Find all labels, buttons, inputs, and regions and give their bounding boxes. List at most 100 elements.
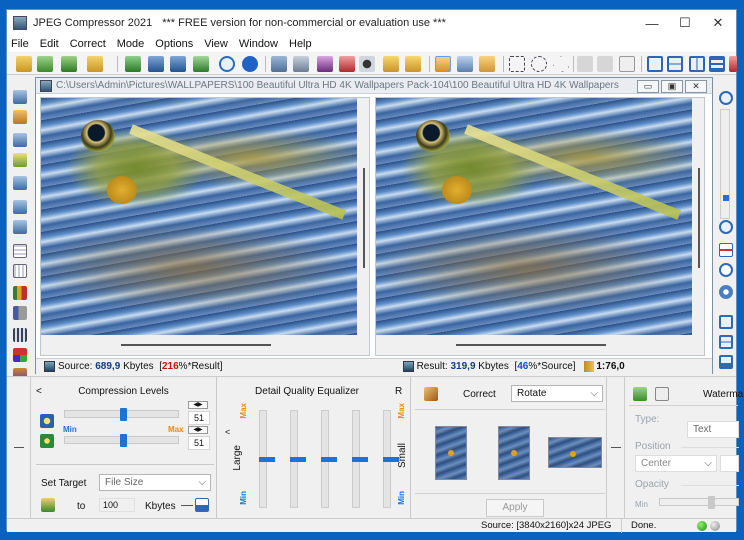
zoom-out-icon[interactable] [13, 176, 27, 190]
eq-band-thumb[interactable] [259, 457, 275, 462]
annotate-icon[interactable] [405, 56, 421, 72]
paste-selection-icon[interactable] [597, 56, 613, 72]
level2-value[interactable]: 51 [188, 436, 210, 450]
search-icon[interactable] [13, 220, 27, 234]
watermark-add-icon[interactable] [633, 387, 647, 401]
eq-band-thumb[interactable] [383, 457, 399, 462]
eq-band-thumb[interactable] [352, 457, 368, 462]
view-single-icon[interactable] [719, 315, 733, 329]
rotate-left-icon[interactable] [13, 200, 27, 214]
rotate-left-preview[interactable] [435, 426, 467, 480]
menu-file[interactable]: File [11, 38, 29, 50]
layout-cascade-icon[interactable] [647, 56, 663, 72]
pan-tool-icon[interactable] [479, 56, 495, 72]
rect-select-icon[interactable] [509, 56, 525, 72]
watermark-type-select[interactable]: Text [687, 421, 739, 438]
crop-icon[interactable] [317, 56, 333, 72]
more-tools-icon[interactable] [729, 56, 737, 72]
layout-horizontal-icon[interactable] [667, 56, 683, 72]
eq-band-2[interactable] [290, 410, 306, 508]
zoom-tool-icon[interactable] [457, 56, 473, 72]
eq-band-4[interactable] [352, 410, 368, 508]
level1-value[interactable]: 51 [188, 411, 210, 425]
watermark-tool-icon[interactable] [655, 387, 669, 401]
eq-band-thumb[interactable] [290, 457, 306, 462]
maximize-button[interactable]: ☐ [667, 10, 703, 36]
target-icon[interactable] [719, 285, 733, 299]
fit-window-icon[interactable] [271, 56, 287, 72]
minimize-button[interactable]: — [634, 10, 670, 36]
disk-icon[interactable] [148, 56, 164, 72]
target-value-input[interactable]: 100 [99, 498, 135, 512]
menu-help[interactable]: Help [289, 38, 312, 50]
wrench-icon[interactable] [13, 110, 27, 124]
source-image[interactable] [41, 98, 357, 335]
doc-restore-button[interactable]: ▣ [661, 80, 683, 93]
levels-icon[interactable] [13, 306, 27, 320]
view-split-v-icon[interactable] [719, 355, 733, 369]
menu-options[interactable]: Options [155, 38, 193, 50]
level1-slider-thumb[interactable] [120, 408, 127, 421]
open-folder-icon[interactable] [16, 56, 32, 72]
hand-tool-icon[interactable] [435, 56, 451, 72]
result-vscrollbar[interactable] [694, 98, 704, 335]
open-file-icon[interactable] [37, 56, 53, 72]
ellipse-select-icon[interactable] [531, 56, 547, 72]
export-icon[interactable] [170, 56, 186, 72]
level1-slider[interactable] [64, 408, 179, 421]
result-hscrollbar[interactable] [376, 337, 692, 353]
source-hscrollbar[interactable] [41, 337, 357, 353]
resize-icon[interactable] [339, 56, 355, 72]
zoom-in-icon[interactable] [719, 91, 733, 105]
upload-icon[interactable] [193, 56, 209, 72]
result-image[interactable] [376, 98, 692, 335]
doc-minimize-button[interactable]: ▭ [637, 80, 659, 93]
histogram-icon[interactable] [13, 286, 27, 300]
equalizer-reset[interactable]: R [395, 386, 402, 397]
grid-icon[interactable] [13, 244, 27, 258]
source-vscrollbar[interactable] [359, 98, 369, 335]
clear-selection-icon[interactable] [619, 56, 635, 72]
apply-button[interactable]: Apply [486, 499, 544, 517]
lasso-select-icon[interactable] [553, 56, 569, 72]
eq-band-3[interactable] [321, 410, 337, 508]
batch-icon[interactable] [125, 56, 141, 72]
target-options-icon[interactable] [195, 498, 209, 512]
zoom-out-icon[interactable] [719, 220, 733, 234]
menu-correct[interactable]: Correct [70, 38, 106, 50]
close-button[interactable]: ✕ [700, 10, 736, 36]
barcode-icon[interactable] [13, 328, 27, 342]
menu-mode[interactable]: Mode [117, 38, 145, 50]
target-apply-icon[interactable] [41, 498, 55, 512]
columns-icon[interactable] [13, 264, 27, 278]
recent-folder-icon[interactable] [87, 56, 103, 72]
copy-selection-icon[interactable] [577, 56, 593, 72]
edit-icon[interactable] [383, 56, 399, 72]
actual-size-icon[interactable] [293, 56, 309, 72]
watermark-position-select[interactable]: Center ⌵ [635, 455, 717, 472]
menu-edit[interactable]: Edit [40, 38, 59, 50]
zoom-100-icon[interactable] [719, 263, 733, 277]
eq-band-5[interactable] [383, 410, 399, 508]
level2-spinner[interactable]: ◀▶ [188, 426, 208, 434]
preview-eye-icon[interactable] [359, 56, 375, 72]
level1-spinner[interactable]: ◀▶ [188, 401, 208, 409]
eq-band-thumb[interactable] [321, 457, 337, 462]
target-mode-select[interactable]: File Size ⌵ [99, 474, 211, 491]
level2-slider[interactable] [64, 434, 179, 447]
fit-icon[interactable] [719, 243, 733, 257]
zoom-slider-thumb[interactable] [723, 195, 729, 201]
sharpen-icon[interactable] [13, 153, 27, 167]
menu-view[interactable]: View [204, 38, 228, 50]
clock-icon[interactable] [219, 56, 235, 72]
zoom-fit-icon[interactable] [13, 133, 27, 147]
rotate-180-preview[interactable] [548, 437, 602, 468]
watermark-offset-field[interactable] [720, 455, 739, 472]
opacity-slider[interactable] [659, 496, 739, 509]
layout-vertical-icon[interactable] [689, 56, 705, 72]
view-split-h-icon[interactable] [719, 335, 733, 349]
save-icon[interactable] [61, 56, 77, 72]
palette-icon[interactable] [13, 348, 27, 362]
level2-slider-thumb[interactable] [120, 434, 127, 447]
correct-mode-select[interactable]: Rotate ⌵ [511, 385, 603, 402]
